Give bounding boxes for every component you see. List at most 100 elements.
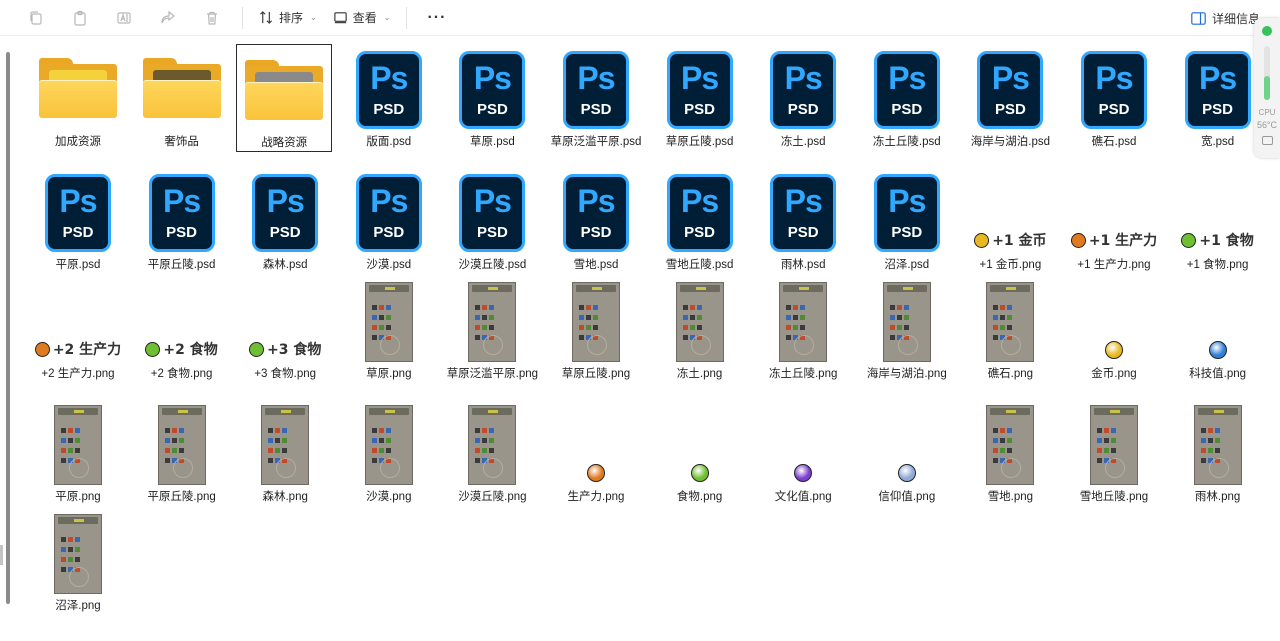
file-item[interactable]: 雨林.png — [1170, 398, 1266, 505]
file-item[interactable]: Ps PSD 平原.psd — [30, 166, 126, 273]
screenshot-icon[interactable] — [1262, 136, 1273, 145]
more-options-button[interactable]: ··· — [415, 9, 458, 27]
file-item[interactable]: 草原.png — [341, 275, 437, 382]
file-name: 奢饰品 — [164, 136, 199, 148]
file-item[interactable]: 生产力.png — [548, 398, 644, 505]
folder-item[interactable]: 奢饰品 — [134, 43, 230, 150]
delete-icon[interactable] — [190, 3, 234, 33]
details-pane-icon — [1191, 11, 1206, 25]
file-item[interactable]: 礁石.png — [962, 275, 1058, 382]
file-item[interactable]: 平原.png — [30, 398, 126, 505]
photoshop-file-icon: Ps PSD — [1184, 51, 1251, 129]
file-item[interactable]: 平原丘陵.png — [134, 398, 230, 505]
file-thumbnail — [341, 275, 437, 365]
file-thumbnail: Ps PSD — [652, 43, 748, 133]
file-thumbnail: +2 生产力 — [30, 275, 126, 365]
rename-icon[interactable] — [102, 3, 146, 33]
file-item[interactable]: Ps PSD 草原丘陵.psd — [652, 43, 748, 150]
file-name: 文化值.png — [774, 491, 832, 503]
file-item[interactable]: 草原泛滥平原.png — [444, 275, 540, 382]
file-item[interactable]: 雪地丘陵.png — [1066, 398, 1162, 505]
file-item[interactable]: +3 食物 +3 食物.png — [237, 275, 333, 382]
photoshop-file-icon: Ps PSD — [1081, 51, 1147, 129]
file-item[interactable]: +1 生产力 +1 生产力.png — [1066, 166, 1162, 273]
file-item[interactable]: 文化值.png — [755, 398, 851, 505]
file-name: 生产力.png — [567, 491, 625, 503]
file-item[interactable]: 信仰值.png — [859, 398, 955, 505]
file-name: 海岸与湖泊.psd — [970, 136, 1051, 148]
file-item[interactable]: Ps PSD 海岸与湖泊.psd — [962, 43, 1058, 150]
file-item[interactable]: Ps PSD 雨林.psd — [755, 166, 851, 273]
screenshot-thumbnail — [779, 282, 828, 362]
system-monitor-widget[interactable]: CPU 56°C — [1254, 18, 1280, 158]
file-item[interactable]: Ps PSD 草原.psd — [444, 43, 540, 150]
file-item[interactable]: +2 生产力 +2 生产力.png — [30, 275, 126, 382]
file-thumbnail: Ps PSD — [341, 166, 437, 256]
file-thumbnail: +1 食物 — [1170, 166, 1266, 256]
file-item[interactable]: 雪地.png — [962, 398, 1058, 505]
file-name: 雨林.psd — [780, 259, 826, 271]
file-item[interactable]: Ps PSD 森林.psd — [237, 166, 333, 273]
file-item[interactable]: Ps PSD 宽.psd — [1170, 43, 1266, 150]
file-item[interactable]: 食物.png — [652, 398, 748, 505]
photoshop-file-icon: Ps PSD — [977, 51, 1044, 129]
file-item[interactable]: Ps PSD 雪地.psd — [548, 166, 644, 273]
screenshot-thumbnail — [157, 405, 206, 485]
file-item[interactable]: Ps PSD 沙漠.psd — [341, 166, 437, 273]
file-item[interactable]: 沼泽.png — [30, 507, 126, 614]
file-name: 森林.psd — [262, 259, 308, 271]
file-item[interactable]: Ps PSD 沙漠丘陵.psd — [444, 166, 540, 273]
view-menu-button[interactable]: 查看 ⌄ — [325, 3, 399, 33]
file-thumbnail — [548, 275, 644, 365]
file-thumbnail — [341, 398, 437, 488]
file-thumbnail — [134, 398, 230, 488]
file-item[interactable]: 科技值.png — [1170, 275, 1266, 382]
file-thumbnail: +3 食物 — [237, 275, 333, 365]
vertical-scrollbar[interactable] — [6, 52, 10, 604]
file-thumbnail: Ps PSD — [755, 166, 851, 256]
details-label: 详细信息 — [1211, 11, 1260, 26]
screenshot-thumbnail — [364, 282, 413, 362]
file-item[interactable]: Ps PSD 雪地丘陵.psd — [652, 166, 748, 273]
file-item[interactable]: 沙漠.png — [341, 398, 437, 505]
paste-icon[interactable] — [58, 3, 102, 33]
file-thumbnail: Ps PSD — [341, 43, 437, 133]
file-name: 草原泛滥平原.psd — [550, 136, 642, 148]
file-item[interactable]: Ps PSD 礁石.psd — [1066, 43, 1162, 150]
file-item[interactable]: 冻土丘陵.png — [755, 275, 851, 382]
scrollbar-arrow[interactable] — [0, 545, 3, 565]
file-item[interactable]: 森林.png — [237, 398, 333, 505]
toolbar-divider — [242, 6, 243, 29]
file-item[interactable]: 海岸与湖泊.png — [859, 275, 955, 382]
file-item[interactable]: +2 食物 +2 食物.png — [134, 275, 230, 382]
file-thumbnail — [236, 45, 332, 134]
file-item[interactable]: +1 金币 +1 金币.png — [962, 166, 1058, 273]
file-item[interactable]: 冻土.png — [652, 275, 748, 382]
file-item[interactable]: Ps PSD 版面.psd — [341, 43, 437, 150]
yield-icon — [34, 341, 50, 357]
share-icon[interactable] — [146, 3, 190, 33]
file-item[interactable]: Ps PSD 沼泽.psd — [859, 166, 955, 273]
sort-menu-button[interactable]: 排序 ⌄ — [251, 3, 325, 33]
file-name: 冻土丘陵.png — [768, 368, 838, 380]
folder-item[interactable]: 加成资源 — [30, 43, 126, 150]
file-item[interactable]: Ps PSD 冻土.psd — [755, 43, 851, 150]
file-item[interactable]: Ps PSD 平原丘陵.psd — [134, 166, 230, 273]
yield-icon — [1208, 341, 1227, 359]
file-name: 沙漠丘陵.psd — [458, 259, 527, 271]
file-item[interactable]: 草原丘陵.png — [548, 275, 644, 382]
copy-icon[interactable] — [14, 3, 58, 33]
screenshot-thumbnail — [468, 405, 517, 485]
file-item[interactable]: 沙漠丘陵.png — [444, 398, 540, 505]
yield-badge-image: +2 食物 — [145, 339, 218, 359]
details-pane-button[interactable]: 详细信息 — [1191, 0, 1260, 36]
file-thumbnail — [444, 275, 540, 365]
photoshop-file-icon: Ps PSD — [459, 51, 526, 129]
file-thumbnail: Ps PSD — [444, 43, 540, 133]
file-item[interactable]: Ps PSD 冻土丘陵.psd — [859, 43, 955, 150]
file-name: 冻土丘陵.psd — [872, 136, 941, 148]
file-item[interactable]: 金币.png — [1066, 275, 1162, 382]
file-item[interactable]: Ps PSD 草原泛滥平原.psd — [548, 43, 644, 150]
file-item[interactable]: +1 食物 +1 食物.png — [1170, 166, 1266, 273]
folder-item[interactable]: 战略资源 — [236, 44, 333, 152]
